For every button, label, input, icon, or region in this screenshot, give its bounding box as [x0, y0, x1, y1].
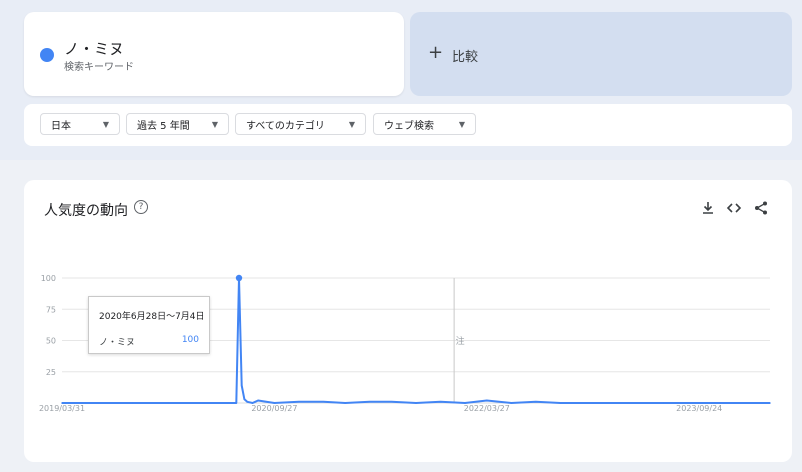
data-point — [698, 402, 700, 404]
interest-over-time-card: 人気度の動向 ? 25 50 75 100 2019/03/31 2020/09/27 2… — [24, 180, 792, 462]
category-filter-label: すべてのカテゴリ — [246, 120, 325, 132]
data-point — [510, 402, 513, 404]
data-point — [246, 400, 248, 403]
data-point — [322, 400, 325, 403]
term-name[interactable]: ノ・ミヌ — [64, 38, 124, 59]
chevron-down-icon: ▼ — [211, 119, 218, 129]
compare-button[interactable]: + 比較 — [410, 12, 792, 96]
search-type-filter-label: ウェブ検索 — [384, 120, 434, 132]
data-point — [257, 399, 259, 402]
chevron-down-icon: ▼ — [102, 119, 109, 129]
x-axis-ticks: 2019/03/31 2020/09/27 2022/03/27 2023/09/24 — [39, 404, 722, 413]
term-color-dot — [40, 48, 54, 62]
data-point — [368, 400, 371, 403]
annotation-marker: 注 — [456, 335, 465, 347]
data-point — [415, 402, 417, 404]
x-tick-label: 2019/03/31 — [39, 404, 85, 413]
region-filter-label: 日本 — [51, 120, 71, 132]
chevron-down-icon: ▼ — [458, 119, 465, 129]
data-point — [251, 402, 254, 404]
data-point — [439, 400, 442, 403]
data-point — [663, 402, 665, 404]
data-point — [202, 402, 205, 404]
data-point — [96, 402, 99, 404]
data-point — [592, 402, 594, 404]
data-point — [627, 402, 630, 404]
data-point — [769, 402, 771, 404]
data-point — [235, 274, 243, 282]
search-term-card[interactable]: ノ・ミヌ 検索キーワード — [24, 12, 404, 96]
y-axis-ticks: 25 50 75 100 — [41, 274, 56, 377]
data-point — [240, 384, 243, 387]
data-point — [559, 402, 562, 404]
x-tick-label: 2022/03/27 — [464, 404, 510, 413]
data-point — [227, 402, 229, 404]
term-type-label: 検索キーワード — [64, 62, 134, 73]
tooltip-value: 100 — [181, 335, 199, 345]
data-point — [344, 402, 347, 404]
data-point — [243, 398, 246, 401]
chevron-down-icon: ▼ — [348, 119, 355, 129]
data-point — [61, 402, 63, 404]
data-point — [464, 402, 466, 404]
y-tick-label: 75 — [46, 305, 56, 314]
data-point — [167, 402, 169, 404]
data-point — [733, 402, 736, 404]
y-tick-label: 100 — [41, 274, 56, 283]
time-range-filter[interactable]: 過去 5 年間 ▼ — [126, 113, 229, 135]
category-filter[interactable]: すべてのカテゴリ ▼ — [235, 113, 366, 135]
data-point — [235, 402, 238, 404]
y-tick-label: 50 — [46, 337, 56, 346]
plus-icon: + — [428, 42, 444, 63]
x-tick-label: 2023/09/24 — [676, 404, 722, 413]
search-type-filter[interactable]: ウェブ検索 ▼ — [373, 113, 476, 135]
compare-label: 比較 — [452, 50, 479, 65]
data-tooltip: 2020年6月28日〜7月4日 ノ・ミヌ 100 — [88, 296, 210, 354]
data-point — [535, 400, 537, 403]
tooltip-term: ノ・ミヌ — [99, 338, 136, 348]
tooltip-date: 2020年6月28日〜7月4日 — [99, 312, 205, 322]
region-filter[interactable]: 日本 ▼ — [40, 113, 120, 135]
data-point — [298, 400, 300, 403]
data-point — [273, 402, 276, 404]
data-point — [132, 402, 134, 404]
data-point — [390, 400, 393, 403]
y-tick-label: 25 — [46, 368, 56, 377]
data-point — [486, 399, 488, 402]
filter-bar: 日本 ▼ 過去 5 年間 ▼ すべてのカテゴリ ▼ ウェブ検索 ▼ — [24, 104, 792, 146]
time-range-filter-label: 過去 5 年間 — [137, 120, 190, 132]
x-tick-label: 2020/09/27 — [251, 404, 297, 413]
